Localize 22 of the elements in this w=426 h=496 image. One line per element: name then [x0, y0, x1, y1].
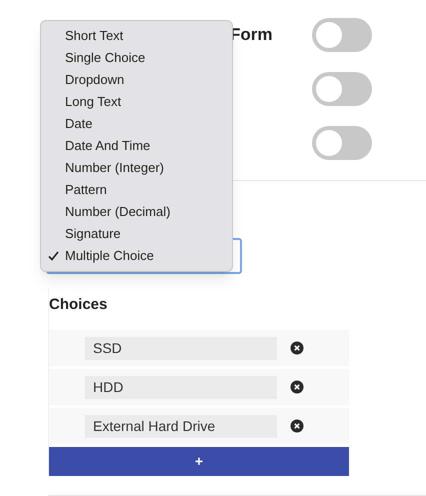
menu-item[interactable]: Pattern: [41, 179, 232, 201]
remove-icon[interactable]: [290, 341, 304, 355]
remove-icon[interactable]: [290, 419, 304, 433]
choice-input[interactable]: HDD: [85, 376, 277, 398]
menu-item[interactable]: Date: [41, 113, 232, 135]
choice-input[interactable]: SSD: [85, 336, 277, 360]
add-choice-button[interactable]: +: [49, 447, 349, 476]
menu-item[interactable]: Date And Time: [41, 135, 232, 157]
menu-item[interactable]: Multiple Choice: [41, 245, 232, 267]
toggle-switch[interactable]: [312, 126, 372, 160]
remove-icon[interactable]: [290, 380, 304, 394]
menu-item[interactable]: Single Choice: [41, 47, 232, 69]
menu-item[interactable]: Number (Integer): [41, 157, 232, 179]
menu-item[interactable]: Dropdown: [41, 69, 232, 91]
toggle-switch[interactable]: [312, 72, 372, 106]
toggle-switch[interactable]: [312, 18, 372, 52]
menu-item[interactable]: Signature: [41, 223, 232, 245]
choice-input[interactable]: External Hard Drive: [85, 414, 277, 438]
menu-item[interactable]: Short Text: [41, 25, 232, 47]
menu-item[interactable]: Number (Decimal): [41, 201, 232, 223]
menu-item[interactable]: Long Text: [41, 91, 232, 113]
section-title: Choices: [49, 295, 108, 315]
